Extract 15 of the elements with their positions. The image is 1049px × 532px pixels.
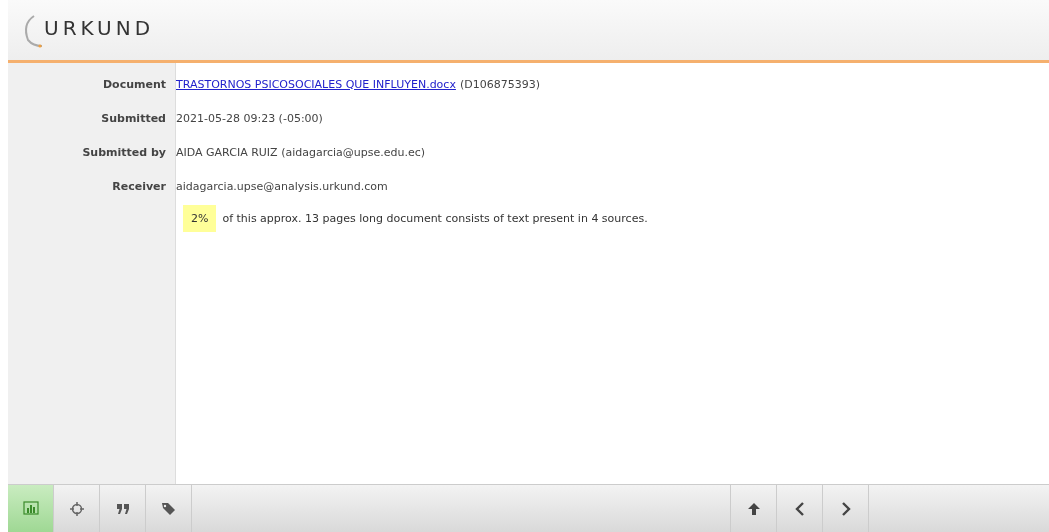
chart-icon <box>22 500 39 517</box>
logo-text: URKUND <box>44 16 155 40</box>
field-value: aidagarcia.upse@analysis.urkund.com <box>176 179 388 193</box>
tag-icon <box>160 500 177 517</box>
field-label: Receiver <box>111 179 167 193</box>
percent-badge: 2% <box>183 205 217 232</box>
document-link[interactable]: TRASTORNOS PSICOSOCIALES QUE INFLUYEN.docx <box>176 77 456 91</box>
field-label: Document <box>101 77 167 91</box>
field-label: Submitted <box>100 111 167 125</box>
field-value: (D106875393) <box>459 77 540 91</box>
field-label: Submitted by <box>81 145 167 159</box>
crosshair-icon <box>68 500 85 517</box>
field-value: AIDA GARCIA RUIZ (aidagarcia@upse.edu.ec) <box>176 145 426 159</box>
summary-text: of this approx. 13 pages long document consists of text present in 4 sources. <box>222 212 648 225</box>
field-value: 2021-05-28 09:23 (-05:00) <box>176 111 323 125</box>
